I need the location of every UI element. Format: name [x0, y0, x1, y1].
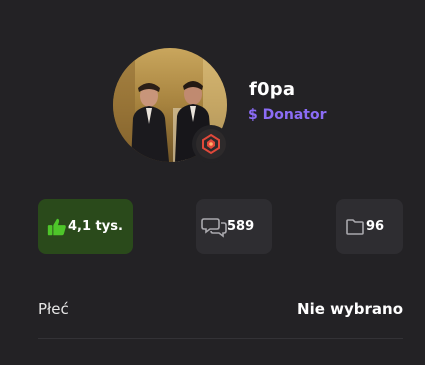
- files-count: 96: [366, 219, 385, 234]
- likes-stat[interactable]: 4,1 tys.: [38, 199, 133, 254]
- posts-stat[interactable]: 589: [196, 199, 272, 254]
- likes-count: 4,1 tys.: [68, 219, 123, 234]
- rank-emblem-icon: [202, 133, 220, 155]
- field-label: Płeć: [38, 300, 69, 318]
- user-role: $ Donator: [248, 107, 327, 123]
- username[interactable]: f0pa: [249, 79, 295, 100]
- divider: [38, 338, 403, 339]
- field-value: Nie wybrano: [297, 300, 403, 318]
- rank-badge: [192, 125, 230, 163]
- files-stat[interactable]: 96: [336, 199, 403, 254]
- posts-count: 589: [227, 219, 255, 234]
- profile-field-gender: Płeć Nie wybrano: [38, 300, 403, 318]
